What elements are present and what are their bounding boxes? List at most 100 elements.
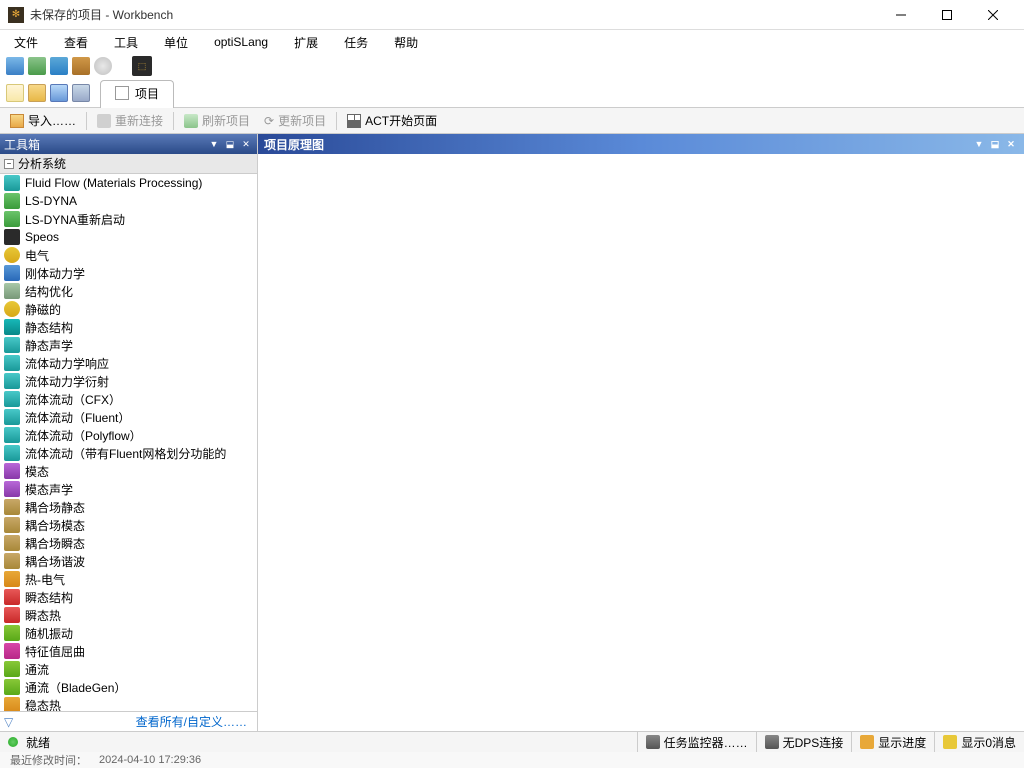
schematic-panel: 项目原理图 ▼ ⬓ ✕: [258, 134, 1024, 731]
system-item[interactable]: 静磁的: [0, 300, 257, 318]
system-label: 特征值屈曲: [25, 643, 85, 660]
system-label: 流体流动（CFX）: [25, 391, 121, 408]
new-icon[interactable]: [6, 84, 24, 102]
schematic-canvas[interactable]: [258, 154, 1024, 731]
menu-units[interactable]: 单位: [160, 32, 192, 53]
dps-button[interactable]: 无DPS连接: [756, 732, 852, 752]
system-item[interactable]: Speos: [0, 228, 257, 246]
system-item[interactable]: 瞬态结构: [0, 588, 257, 606]
system-label: 静态结构: [25, 319, 73, 336]
system-item[interactable]: 耦合场瞬态: [0, 534, 257, 552]
system-item[interactable]: 模态: [0, 462, 257, 480]
system-item[interactable]: 通流: [0, 660, 257, 678]
menu-file[interactable]: 文件: [10, 32, 42, 53]
system-icon: [4, 589, 20, 605]
system-item[interactable]: 稳态热: [0, 696, 257, 711]
close-button[interactable]: [970, 0, 1016, 30]
system-item[interactable]: 结构优化: [0, 282, 257, 300]
pin-icon[interactable]: ⬓: [223, 137, 237, 151]
system-item[interactable]: LS-DYNA重新启动: [0, 210, 257, 228]
menubar: 文件 查看 工具 单位 optiSLang 扩展 任务 帮助: [0, 30, 1024, 54]
system-icon: [4, 301, 20, 317]
system-item[interactable]: LS-DYNA: [0, 192, 257, 210]
dropdown-icon[interactable]: ▼: [207, 137, 221, 151]
system-item[interactable]: 通流（BladeGen）: [0, 678, 257, 696]
refresh-project-button[interactable]: 刷新项目: [178, 110, 256, 131]
system-item[interactable]: 模态声学: [0, 480, 257, 498]
system-label: 静磁的: [25, 301, 61, 318]
system-item[interactable]: 特征值屈曲: [0, 642, 257, 660]
system-label: 耦合场谐波: [25, 553, 85, 570]
pin-icon[interactable]: ⬓: [988, 137, 1002, 151]
menu-extensions[interactable]: 扩展: [290, 32, 322, 53]
tab-project[interactable]: 项目: [100, 80, 174, 108]
system-icon: [4, 409, 20, 425]
menu-tools[interactable]: 工具: [110, 32, 142, 53]
system-item[interactable]: 流体流动（带有Fluent网格划分功能的: [0, 444, 257, 462]
system-item[interactable]: 流体动力学响应: [0, 354, 257, 372]
system-item[interactable]: 流体流动（CFX）: [0, 390, 257, 408]
modified-label: 最近修改时间：: [10, 752, 87, 768]
toolbar-icon-4[interactable]: [72, 57, 90, 75]
system-icon: [4, 193, 20, 209]
system-item[interactable]: 刚体动力学: [0, 264, 257, 282]
close-panel-icon[interactable]: ✕: [1004, 137, 1018, 151]
system-item[interactable]: 热-电气: [0, 570, 257, 588]
schematic-header: 项目原理图 ▼ ⬓ ✕: [258, 134, 1024, 154]
close-panel-icon[interactable]: ✕: [239, 137, 253, 151]
reconnect-button[interactable]: 重新连接: [91, 110, 169, 131]
titlebar-text: 未保存的项目 - Workbench: [30, 6, 878, 23]
system-label: 耦合场模态: [25, 517, 85, 534]
view-all-link[interactable]: 查看所有/自定义……: [18, 713, 253, 730]
system-label: 随机振动: [25, 625, 73, 642]
system-icon: [4, 229, 20, 245]
open-icon[interactable]: [28, 84, 46, 102]
menu-jobs[interactable]: 任务: [340, 32, 372, 53]
system-item[interactable]: 随机振动: [0, 624, 257, 642]
system-list[interactable]: Fluid Flow (Materials Processing)LS-DYNA…: [0, 174, 257, 711]
system-icon: [4, 625, 20, 641]
toolbar-icon-3[interactable]: [50, 57, 68, 75]
menu-optislang[interactable]: optiSLang: [210, 33, 272, 51]
system-icon: [4, 391, 20, 407]
show-progress-button[interactable]: 显示进度: [851, 732, 934, 752]
job-monitor-button[interactable]: 任务监控器……: [637, 732, 756, 752]
filter-icon[interactable]: ▽: [4, 715, 18, 729]
system-item[interactable]: 流体动力学衍射: [0, 372, 257, 390]
system-item[interactable]: 瞬态热: [0, 606, 257, 624]
system-item[interactable]: 耦合场谐波: [0, 552, 257, 570]
system-item[interactable]: 耦合场模态: [0, 516, 257, 534]
act-start-button[interactable]: ACT开始页面: [341, 110, 443, 131]
system-item[interactable]: 电气: [0, 246, 257, 264]
saveas-icon[interactable]: [72, 84, 90, 102]
collapse-toggle-icon[interactable]: −: [4, 159, 14, 169]
maximize-button[interactable]: [924, 0, 970, 30]
category-header[interactable]: − 分析系统: [0, 154, 257, 174]
import-button[interactable]: 导入……: [4, 110, 82, 131]
dropdown-icon[interactable]: ▼: [972, 137, 986, 151]
system-item[interactable]: 静态结构: [0, 318, 257, 336]
system-icon: [4, 337, 20, 353]
update-project-button[interactable]: ⟳更新项目: [258, 110, 332, 131]
system-item[interactable]: 流体流动（Polyflow）: [0, 426, 257, 444]
toolbar-icon-2[interactable]: [28, 57, 46, 75]
system-item[interactable]: 静态声学: [0, 336, 257, 354]
menu-help[interactable]: 帮助: [390, 32, 422, 53]
menu-view[interactable]: 查看: [60, 32, 92, 53]
dark-icon[interactable]: [132, 56, 152, 76]
system-item[interactable]: 流体流动（Fluent）: [0, 408, 257, 426]
system-label: 热-电气: [25, 571, 65, 588]
statusbar: 就绪 任务监控器…… 无DPS连接 显示进度 显示0消息: [0, 731, 1024, 752]
system-icon: [4, 463, 20, 479]
system-label: 流体动力学响应: [25, 355, 109, 372]
system-item[interactable]: 耦合场静态: [0, 498, 257, 516]
minimize-button[interactable]: [878, 0, 924, 30]
system-icon: [4, 517, 20, 533]
system-label: 通流: [25, 661, 49, 678]
save-icon[interactable]: [50, 84, 68, 102]
globe-icon[interactable]: [94, 57, 112, 75]
system-item[interactable]: Fluid Flow (Materials Processing): [0, 174, 257, 192]
show-messages-button[interactable]: 显示0消息: [934, 732, 1024, 752]
toolbar-icon-1[interactable]: [6, 57, 24, 75]
system-icon: [4, 175, 20, 191]
